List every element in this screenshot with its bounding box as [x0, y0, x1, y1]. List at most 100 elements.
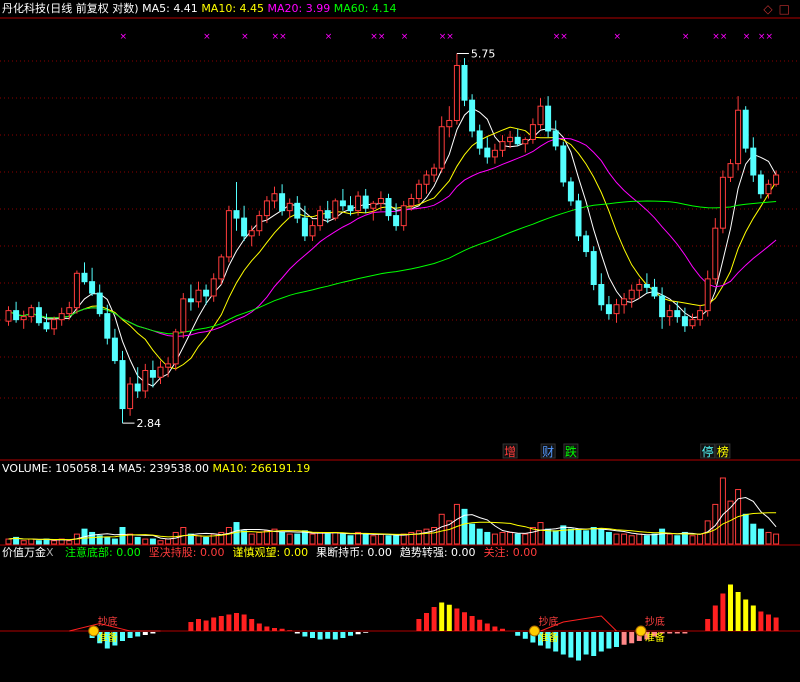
candle-body — [172, 331, 179, 365]
ma10-value: 4.45 — [239, 2, 265, 15]
candle-body — [157, 366, 164, 378]
candle-body — [324, 210, 331, 219]
indicator-bar — [294, 632, 300, 634]
diamond-icon[interactable]: ◇ — [763, 2, 778, 16]
indicator-bar — [712, 605, 718, 631]
candle-body — [651, 286, 658, 297]
volume-bar — [317, 531, 324, 545]
volume-bar — [522, 533, 529, 545]
volume-bar — [195, 535, 202, 545]
coin-icon — [529, 625, 540, 637]
event-markers[interactable]: 增 财跌 停榜 — [502, 443, 731, 459]
volume-header: VOLUME: 105058.14 MA5: 239538.00 MA10: 2… — [2, 462, 310, 476]
candle-body — [309, 225, 316, 237]
x-marker: × — [401, 32, 409, 42]
candle-body — [628, 289, 635, 300]
candle-body — [643, 284, 650, 288]
indicator-bar — [127, 632, 133, 638]
low-price-label: 2.84 — [137, 417, 162, 430]
volume-bar — [605, 531, 612, 545]
candle-body — [119, 360, 126, 410]
x-marker: × — [203, 32, 211, 42]
ma5-line — [8, 107, 777, 387]
volume-bar — [651, 533, 658, 545]
candle-body — [598, 284, 605, 306]
ma10-label: MA10: — [201, 2, 237, 15]
candle-body — [5, 310, 12, 322]
close-icon[interactable]: X — [46, 546, 54, 559]
volume-bar — [537, 522, 544, 545]
volume-bar — [666, 533, 673, 545]
indicator-bar — [728, 584, 733, 631]
indicator-bar — [272, 628, 277, 631]
event-marker[interactable]: 增 — [502, 443, 518, 459]
volume-bar — [225, 527, 232, 545]
candle-body — [339, 200, 346, 207]
candle-body — [195, 289, 202, 303]
volume-bar — [89, 531, 96, 545]
indicator-bar — [317, 632, 323, 640]
candle-body — [765, 183, 772, 195]
indicator-bar — [773, 617, 779, 631]
coin-icon — [635, 625, 647, 637]
candle-body — [697, 310, 704, 321]
indicator-bars[interactable] — [89, 584, 779, 661]
volume-bar — [636, 533, 643, 545]
indicator-bar — [439, 602, 445, 631]
volume-bar — [286, 533, 293, 545]
volume-bar — [263, 530, 270, 545]
volume-bar — [453, 503, 460, 545]
event-marker[interactable]: 停 — [700, 443, 716, 459]
candle-body — [742, 109, 749, 149]
candle-body — [681, 316, 688, 327]
candle-body — [180, 298, 187, 333]
x-marker: × — [272, 32, 280, 42]
candle-body — [271, 193, 278, 202]
volume-label: VOLUME: — [2, 462, 52, 475]
stock-title[interactable]: 丹化科技(日线 前复权 对数) — [2, 2, 139, 15]
indicator-name[interactable]: 价值万金 — [2, 546, 46, 559]
volume-bar — [241, 530, 248, 545]
volume-bar — [491, 533, 498, 545]
x-marker: × — [241, 32, 249, 42]
candle-body — [286, 202, 293, 212]
volume-bar — [545, 528, 552, 545]
x-marker: × — [560, 32, 568, 42]
candle-body — [659, 295, 666, 318]
square-icon[interactable]: □ — [779, 2, 796, 16]
candlestick-series[interactable] — [5, 53, 780, 424]
candle-body — [750, 147, 757, 176]
candle-body — [605, 304, 612, 315]
volume-bar — [165, 538, 172, 545]
candle-body — [51, 319, 58, 330]
volume-bar — [393, 535, 400, 545]
volume-bar — [134, 536, 141, 545]
stock-chart[interactable]: × × × × × × × × × × × × × × × × × × × × 5.75 2.84 增财跌停榜 抄底准… — [0, 0, 800, 682]
candle-body — [469, 99, 476, 132]
indicator-bar — [218, 616, 224, 631]
candle-body — [400, 205, 407, 227]
candle-body — [415, 183, 422, 200]
indicator-bar — [249, 619, 255, 631]
volume-bar — [697, 533, 704, 545]
volume-bar — [560, 525, 567, 545]
event-marker[interactable]: 跌 — [563, 443, 579, 459]
x-marker: × — [720, 32, 728, 42]
indicator-bar — [462, 612, 467, 631]
indicator-bar — [560, 632, 566, 655]
event-marker[interactable]: 榜 — [715, 443, 731, 459]
indicator-bar — [256, 623, 262, 631]
volume-bar — [643, 535, 650, 545]
volume-bar — [111, 538, 118, 545]
candle-body — [757, 174, 764, 195]
candle-body — [773, 174, 780, 185]
volume-bar — [461, 508, 468, 545]
candle-body — [43, 322, 50, 330]
indicator-bar — [629, 632, 635, 644]
volume-ma5-label: MA5: — [118, 462, 147, 475]
event-marker[interactable]: 财 — [540, 443, 556, 459]
volume-bar — [628, 535, 635, 545]
candle-body — [58, 313, 65, 321]
volume-bar — [28, 538, 35, 545]
volume-bar — [438, 513, 445, 545]
